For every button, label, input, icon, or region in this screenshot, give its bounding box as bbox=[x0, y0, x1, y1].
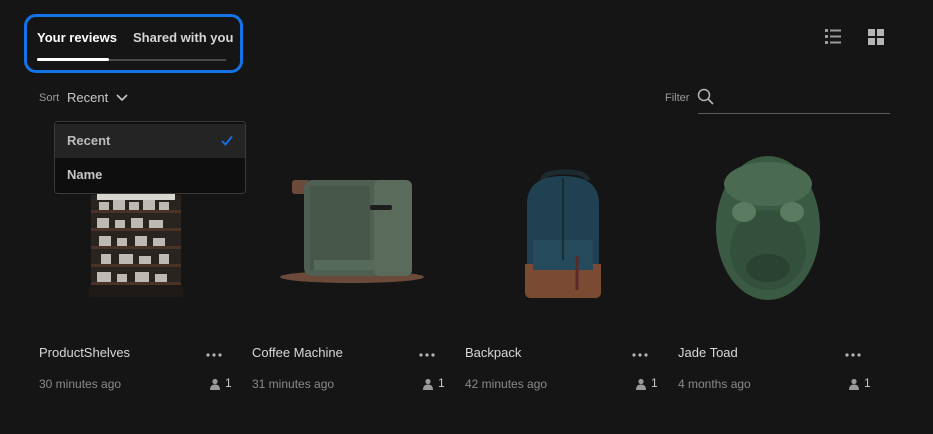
review-card[interactable]: Coffee Machine 31 minutes ago 1 bbox=[252, 140, 452, 400]
search-icon bbox=[697, 88, 714, 105]
sort-option-recent[interactable]: Recent bbox=[55, 124, 245, 158]
sort-label: Sort bbox=[39, 92, 60, 104]
filter-label: Filter bbox=[665, 92, 690, 104]
user-icon bbox=[849, 378, 859, 390]
chevron-down-icon[interactable] bbox=[115, 92, 129, 104]
more-options-icon[interactable] bbox=[844, 352, 862, 358]
more-options-icon[interactable] bbox=[418, 352, 436, 358]
jade-toad-thumbnail bbox=[716, 156, 820, 300]
more-options-icon[interactable] bbox=[205, 352, 223, 358]
more-options-icon[interactable] bbox=[631, 352, 649, 358]
active-tab-indicator bbox=[37, 58, 109, 61]
coffee-machine-thumbnail bbox=[280, 180, 424, 283]
review-card[interactable]: Jade Toad 4 months ago 1 bbox=[678, 140, 878, 400]
card-timestamp: 31 minutes ago bbox=[252, 377, 335, 391]
card-timestamp: 30 minutes ago bbox=[39, 377, 122, 391]
card-title: Jade Toad bbox=[678, 345, 738, 360]
checkmark-icon bbox=[221, 135, 233, 146]
shared-count: 1 bbox=[864, 376, 871, 390]
shared-count: 1 bbox=[651, 376, 658, 390]
review-card[interactable]: Backpack 42 minutes ago 1 bbox=[465, 140, 665, 400]
card-title: ProductShelves bbox=[39, 345, 131, 360]
review-tabs: Your reviews Shared with you bbox=[24, 14, 243, 73]
user-icon bbox=[210, 378, 220, 390]
user-icon bbox=[423, 378, 433, 390]
sort-option-label: Recent bbox=[67, 133, 111, 148]
tab-your-reviews[interactable]: Your reviews bbox=[37, 30, 117, 45]
sort-option-label: Name bbox=[67, 167, 103, 182]
shared-count: 1 bbox=[438, 376, 445, 390]
card-title: Coffee Machine bbox=[252, 345, 343, 360]
backpack-thumbnail bbox=[525, 169, 601, 298]
sort-option-name[interactable]: Name bbox=[55, 158, 245, 192]
shared-count: 1 bbox=[225, 376, 232, 390]
tab-shared-with-you[interactable]: Shared with you bbox=[133, 30, 233, 45]
grid-view-icon[interactable] bbox=[866, 27, 886, 47]
card-timestamp: 42 minutes ago bbox=[465, 377, 548, 391]
card-title: Backpack bbox=[465, 345, 522, 360]
user-icon bbox=[636, 378, 646, 390]
filter-input[interactable] bbox=[698, 86, 890, 114]
sort-dropdown[interactable]: Recent bbox=[67, 90, 108, 105]
card-timestamp: 4 months ago bbox=[678, 377, 751, 391]
list-view-icon[interactable] bbox=[823, 27, 843, 47]
sort-menu: Recent Name bbox=[54, 121, 246, 194]
